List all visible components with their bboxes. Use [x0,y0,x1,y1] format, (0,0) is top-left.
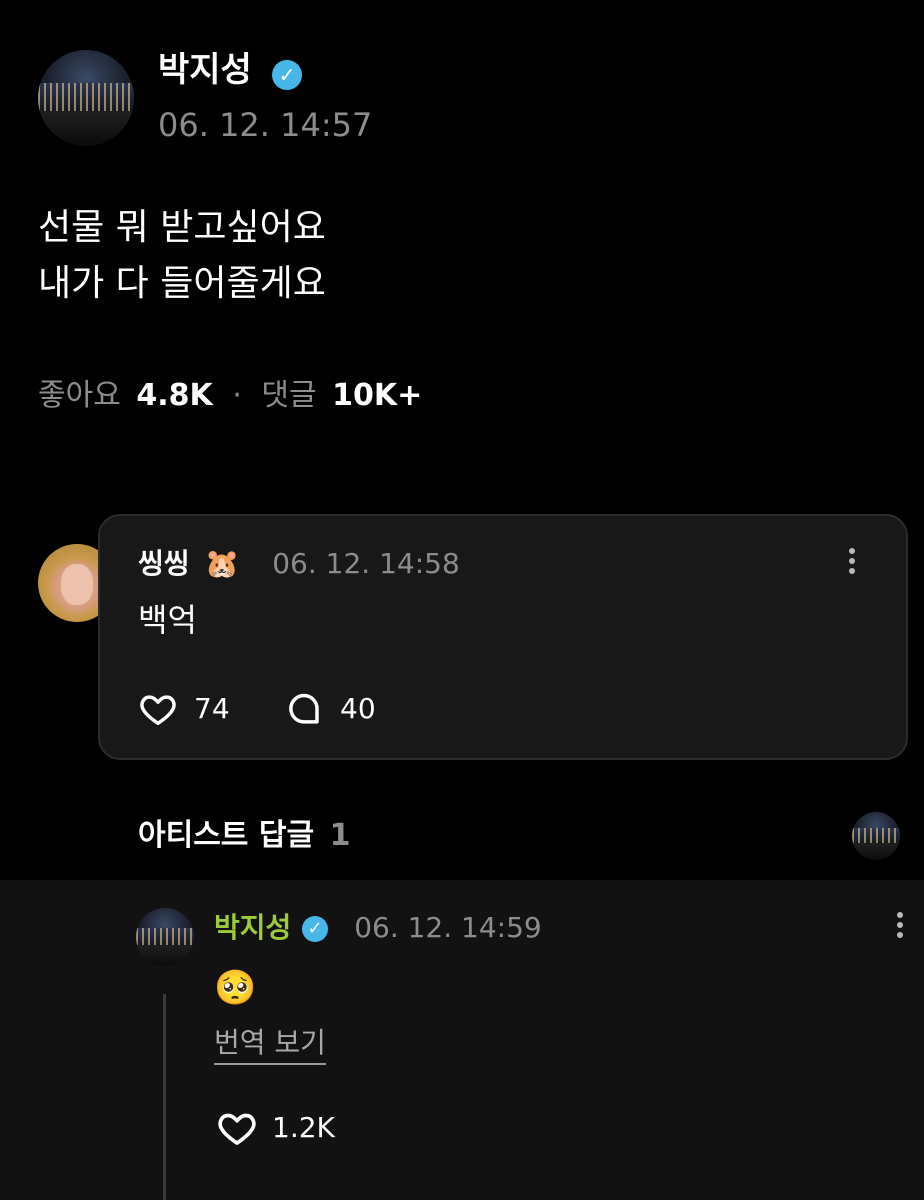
artist-replies-header[interactable]: 아티스트 답글 1 [138,816,350,856]
comment-timestamp: 06. 12. 14:58 [272,547,460,580]
translate-link[interactable]: 번역 보기 [214,1024,326,1065]
likes-count[interactable]: 4.8K [136,378,212,413]
reply-timestamp: 06. 12. 14:59 [354,911,542,944]
post-author-avatar[interactable] [38,50,134,146]
comment-likes-count: 74 [194,692,230,725]
comments-count[interactable]: 10K+ [332,378,422,413]
post-line: 내가 다 들어줄게요 [38,263,326,304]
comment-kebab-menu-icon[interactable] [848,548,856,578]
comment-bubble-icon[interactable] [284,690,324,728]
artist-small-avatar[interactable] [852,812,900,860]
verified-badge-icon: ✓ [302,916,328,942]
post-line: 선물 뭐 받고싶어요 [38,207,326,248]
comment-text: 백억 [138,601,197,639]
reply-likes-count: 1.2K [272,1111,335,1144]
reply-author-avatar[interactable] [136,908,194,966]
artist-replies-count: 1 [329,818,351,853]
post-author-name[interactable]: 박지성 [158,50,252,90]
heart-icon[interactable] [216,1108,258,1148]
post-body: 선물 뭐 받고싶어요 내가 다 들어줄게요 [38,200,326,312]
reply-author-name[interactable]: 박지성 [214,911,291,944]
reply-thread-line [163,994,166,1200]
comment-author-name[interactable]: 씽씽 [138,547,190,580]
comment-replies-count: 40 [340,692,376,725]
likes-label: 좋아요 [38,378,121,413]
translate-link-label[interactable]: 번역 보기 [214,1026,326,1065]
reply-kebab-menu-icon[interactable] [896,912,904,942]
reply-header: 박지성 06. 12. 14:59 [214,908,542,948]
post-timestamp: 06. 12. 14:57 [158,106,373,144]
stats-separator: · [232,378,242,413]
artist-replies-label: 아티스트 답글 [138,818,315,853]
verified-badge-icon: ✓ [272,60,302,90]
reply-text: 🥺 [214,968,257,1008]
heart-icon[interactable] [138,690,178,728]
comments-label: 댓글 [261,378,317,413]
hamster-emoji: 🐹 [204,547,240,580]
comment-header: 씽씽 🐹 06. 12. 14:58 [138,544,460,584]
post-stats: 좋아요 4.8K · 댓글 10K+ [38,376,422,416]
